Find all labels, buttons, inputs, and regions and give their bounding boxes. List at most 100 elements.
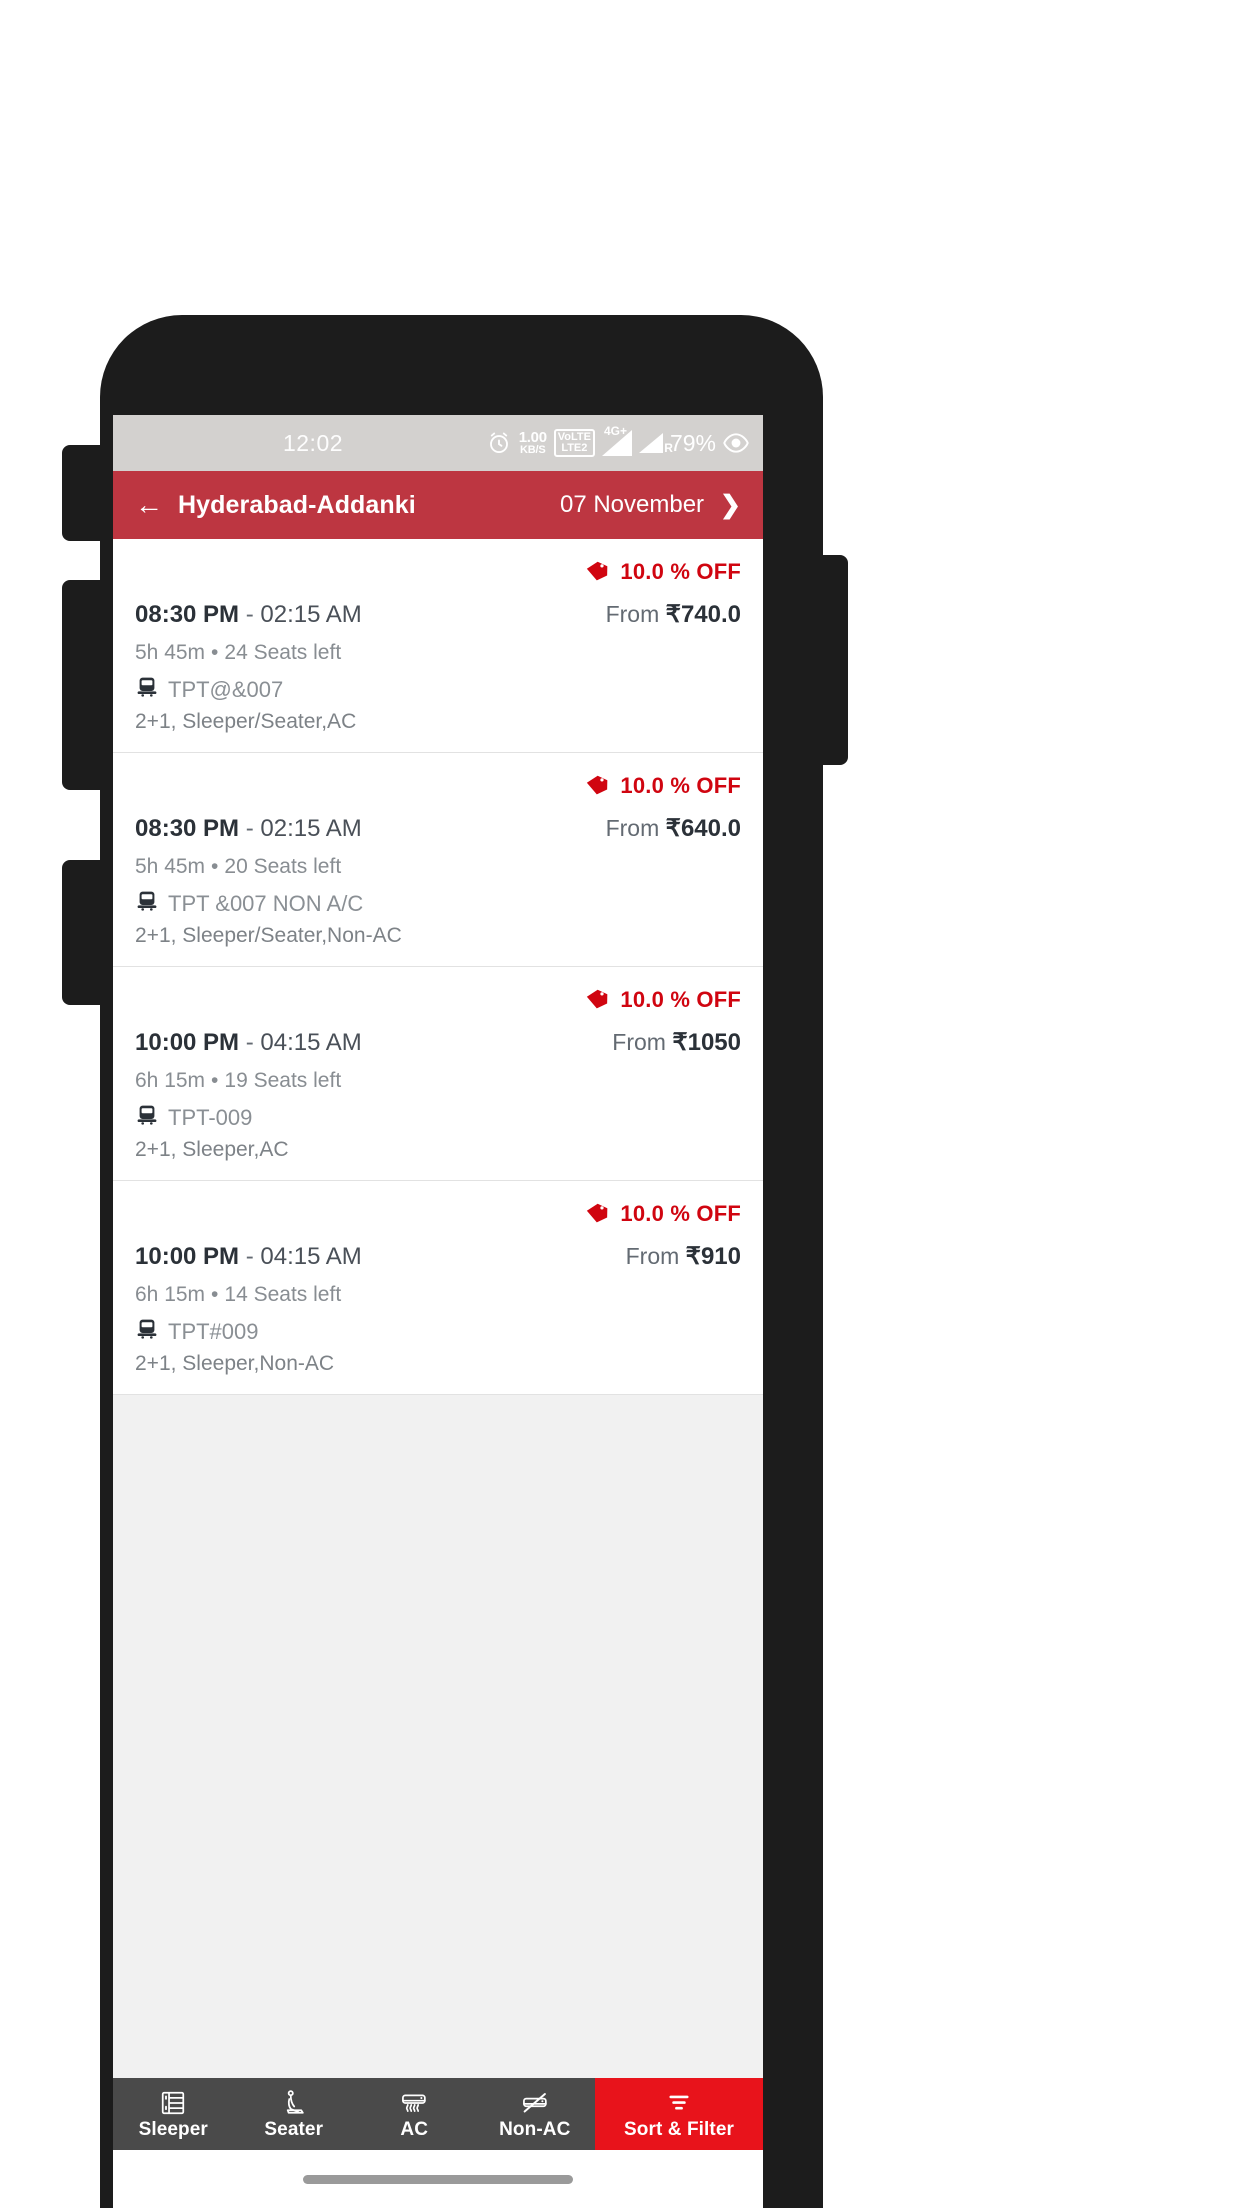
mute-switch-button[interactable]	[62, 860, 106, 1005]
network-speed-value: 1.00	[518, 429, 547, 446]
journey-times: 10:00 PM - 04:15 AM	[135, 1029, 362, 1057]
signal-strength-sim1-icon: 4G+	[601, 424, 632, 456]
seat-icon	[280, 2088, 308, 2118]
power-button[interactable]	[818, 555, 848, 765]
duration-seats-row: 5h 45m • 20 Seats left	[135, 855, 741, 879]
bus-icon	[135, 675, 159, 704]
bus-configuration: 2+1, Sleeper/Seater,AC	[135, 710, 357, 733]
bus-operator-name: TPT-009	[168, 1104, 253, 1130]
arrival-time: 02:15 AM	[260, 815, 362, 842]
discount-row: 10.0 % OFF	[135, 555, 741, 589]
fare-amount: 1050	[687, 1029, 741, 1056]
network-speed-unit: KB/S	[520, 444, 546, 456]
fare-currency: ₹	[665, 601, 681, 628]
chevron-right-icon[interactable]: ❯	[720, 492, 741, 518]
bullet-separator: •	[211, 641, 219, 664]
selected-date-label: 07 November	[559, 491, 705, 518]
fare-currency: ₹	[665, 815, 681, 842]
page-title: Hyderabad-Addanki	[178, 490, 416, 519]
bus-result-card[interactable]: 10.0 % OFF 08:30 PM - 02:15 AM From ₹740…	[113, 539, 763, 753]
discount-badge: 10.0 % OFF	[620, 987, 741, 1012]
bus-name-row: TPT &007 NON A/C	[135, 889, 741, 918]
seats-left: 20 Seats left	[224, 855, 342, 878]
screenshot-root: 12:02 1.00 KB/S VoLTE LTE2 4G+ R 79% ← H…	[0, 0, 1242, 2208]
journey-duration: 6h 15m	[135, 1283, 206, 1306]
status-bar: 12:02 1.00 KB/S VoLTE LTE2 4G+ R 79%	[113, 415, 763, 471]
app-header: ← Hyderabad-Addanki 07 November ❯	[113, 471, 763, 539]
bus-name-row: TPT@&007	[135, 675, 741, 704]
filter-seater-button[interactable]: Seater	[234, 2078, 355, 2150]
journey-duration: 5h 45m	[135, 641, 206, 664]
price-tag-icon	[584, 985, 610, 1016]
filter-sleeper-button[interactable]: Sleeper	[113, 2078, 234, 2150]
phone-screen: 12:02 1.00 KB/S VoLTE LTE2 4G+ R 79% ← H…	[113, 415, 763, 2208]
date-selector[interactable]: 07 November ❯	[560, 491, 741, 519]
empty-list-space	[113, 1395, 763, 2078]
network-type-label: 4G+	[603, 424, 627, 438]
bus-operator-name: TPT@&007	[168, 676, 284, 702]
bullet-separator: •	[211, 1069, 219, 1092]
filter-non-ac-button[interactable]: Non-AC	[475, 2078, 596, 2150]
time-separator: -	[239, 1243, 261, 1270]
sort-and-filter-button[interactable]: Sort & Filter	[595, 2078, 763, 2150]
filter-label: Seater	[264, 2118, 324, 2140]
price-tag-icon	[584, 771, 610, 802]
time-price-row: 10:00 PM - 04:15 AM From ₹910	[135, 1242, 741, 1271]
bus-icon	[135, 889, 159, 918]
bus-configuration: 2+1, Sleeper,Non-AC	[135, 1352, 335, 1375]
filter-toolbar: Sleeper Seater AC Non-AC Sort & Filter	[113, 2078, 763, 2150]
fare-block: From ₹1050	[612, 1028, 741, 1057]
bus-icon	[135, 1317, 159, 1346]
departure-time: 08:30 PM	[135, 815, 240, 842]
network-speed-indicator: 1.00 KB/S	[519, 430, 547, 456]
signal-strength-sim2-icon: R	[638, 433, 673, 455]
fare-currency: ₹	[672, 1029, 688, 1056]
time-price-row: 08:30 PM - 02:15 AM From ₹740.0	[135, 600, 741, 629]
filter-label: AC	[400, 2118, 429, 2140]
filter-ac-button[interactable]: AC	[354, 2078, 475, 2150]
bus-name-row: TPT-009	[135, 1103, 741, 1132]
back-arrow-icon[interactable]: ←	[135, 491, 163, 519]
time-separator: -	[239, 1029, 261, 1056]
seats-left: 24 Seats left	[224, 641, 342, 664]
journey-times: 08:30 PM - 02:15 AM	[135, 601, 362, 629]
bus-result-card[interactable]: 10.0 % OFF 10:00 PM - 04:15 AM From ₹105…	[113, 967, 763, 1181]
discount-row: 10.0 % OFF	[135, 769, 741, 803]
duration-seats-row: 5h 45m • 24 Seats left	[135, 641, 741, 665]
bus-operator-name: TPT#009	[168, 1318, 259, 1344]
bus-result-card[interactable]: 10.0 % OFF 08:30 PM - 02:15 AM From ₹640…	[113, 753, 763, 967]
bus-configuration: 2+1, Sleeper,AC	[135, 1138, 289, 1161]
fare-currency: ₹	[685, 1243, 701, 1270]
sleeper-berth-icon	[159, 2088, 187, 2118]
bus-configuration: 2+1, Sleeper/Seater,Non-AC	[135, 924, 402, 947]
discount-badge: 10.0 % OFF	[620, 559, 741, 584]
journey-times: 08:30 PM - 02:15 AM	[135, 815, 362, 843]
filter-label: Sleeper	[138, 2118, 208, 2140]
bus-result-card[interactable]: 10.0 % OFF 10:00 PM - 04:15 AM From ₹910…	[113, 1181, 763, 1395]
alarm-clock-icon	[486, 430, 512, 456]
arrival-time: 04:15 AM	[260, 1029, 362, 1056]
volte-icon: VoLTE LTE2	[553, 429, 595, 457]
filter-icon	[665, 2088, 693, 2118]
bus-results-list[interactable]: 10.0 % OFF 08:30 PM - 02:15 AM From ₹740…	[113, 539, 763, 2078]
journey-times: 10:00 PM - 04:15 AM	[135, 1243, 362, 1271]
fare-block: From ₹640.0	[606, 814, 741, 843]
fare-block: From ₹740.0	[606, 600, 741, 629]
volume-down-button[interactable]	[62, 580, 106, 790]
departure-time: 10:00 PM	[135, 1243, 240, 1270]
bus-name-row: TPT#009	[135, 1317, 741, 1346]
volume-up-button[interactable]	[62, 445, 106, 541]
fare-amount: 640.0	[680, 815, 741, 842]
signal-bars-shape-2	[638, 433, 663, 453]
home-indicator[interactable]	[303, 2174, 573, 2184]
duration-seats-row: 6h 15m • 19 Seats left	[135, 1069, 741, 1093]
roaming-label: R	[664, 441, 673, 455]
duration-seats-row: 6h 15m • 14 Seats left	[135, 1283, 741, 1307]
filter-label: Sort & Filter	[623, 2118, 735, 2140]
arrival-time: 04:15 AM	[260, 1243, 362, 1270]
time-price-row: 10:00 PM - 04:15 AM From ₹1050	[135, 1028, 741, 1057]
price-tag-icon	[584, 1199, 610, 1230]
fare-prefix: From	[605, 601, 660, 627]
time-separator: -	[239, 601, 261, 628]
fare-prefix: From	[605, 815, 660, 841]
